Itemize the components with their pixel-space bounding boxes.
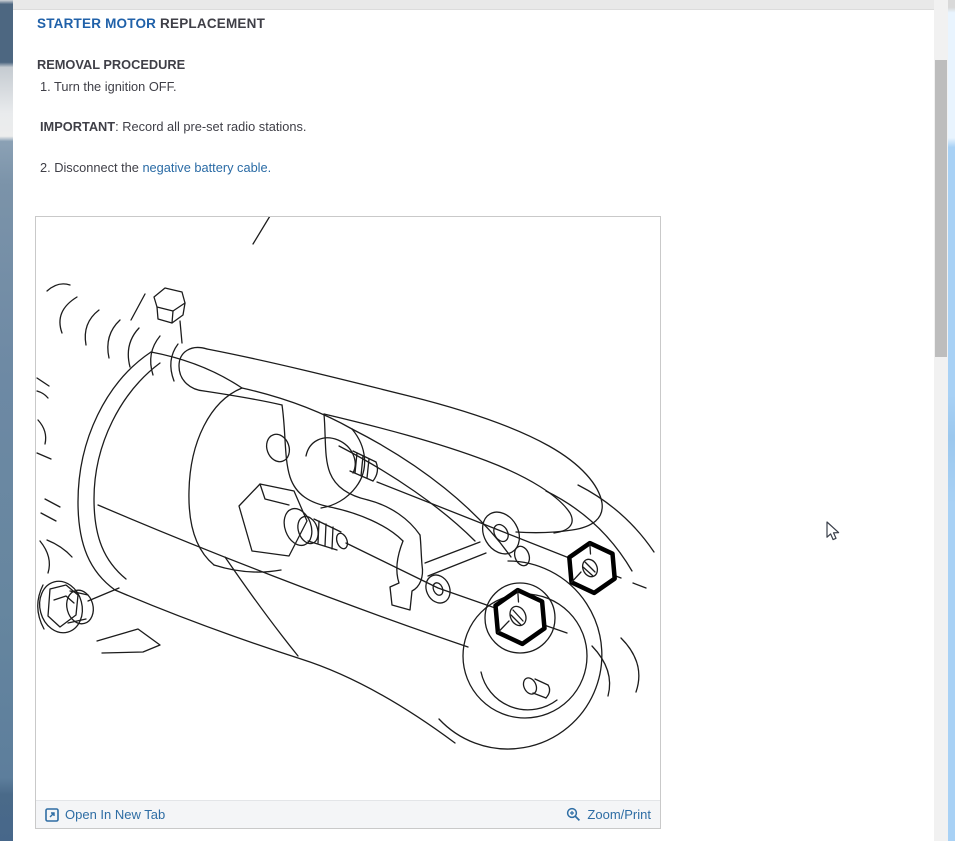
top-divider-bar — [13, 0, 934, 10]
screen: STARTER MOTOR REPLACEMENT REMOVAL PROCED… — [0, 0, 955, 841]
step-2-prefix: 2. Disconnect the — [40, 160, 142, 175]
open-in-new-tab-label: Open In New Tab — [65, 807, 165, 822]
important-text: : Record all pre-set radio stations. — [115, 119, 306, 134]
vertical-scrollbar-thumb[interactable] — [935, 60, 947, 357]
starter-motor-illustration — [36, 217, 660, 800]
step-2-text: 2. Disconnect the negative battery cable… — [40, 160, 271, 175]
open-in-new-tab-icon — [45, 808, 59, 822]
figure-frame: Open In New Tab Zoom/Print — [35, 216, 661, 829]
removal-procedure-heading: REMOVAL PROCEDURE — [37, 57, 185, 72]
open-in-new-tab-button[interactable]: Open In New Tab — [45, 807, 165, 822]
background-window-right-edge — [948, 0, 955, 841]
important-note: IMPORTANT: Record all pre-set radio stat… — [40, 119, 306, 134]
negative-battery-cable-link[interactable]: negative battery cable. — [142, 160, 271, 175]
important-label: IMPORTANT — [40, 119, 115, 134]
title-link-starter-motor[interactable]: STARTER MOTOR — [37, 16, 156, 31]
step-1-text: 1. Turn the ignition OFF. — [40, 79, 177, 94]
page-title: STARTER MOTOR REPLACEMENT — [37, 16, 265, 31]
magnifier-plus-icon — [566, 807, 581, 822]
cursor-arrow — [826, 521, 840, 542]
background-window-left-edge — [0, 0, 13, 841]
figure-toolbar: Open In New Tab Zoom/Print — [36, 800, 660, 828]
title-rest: REPLACEMENT — [156, 16, 265, 31]
zoom-print-label: Zoom/Print — [587, 807, 651, 822]
zoom-print-button[interactable]: Zoom/Print — [566, 807, 651, 822]
vertical-scrollbar-track[interactable] — [934, 0, 948, 841]
